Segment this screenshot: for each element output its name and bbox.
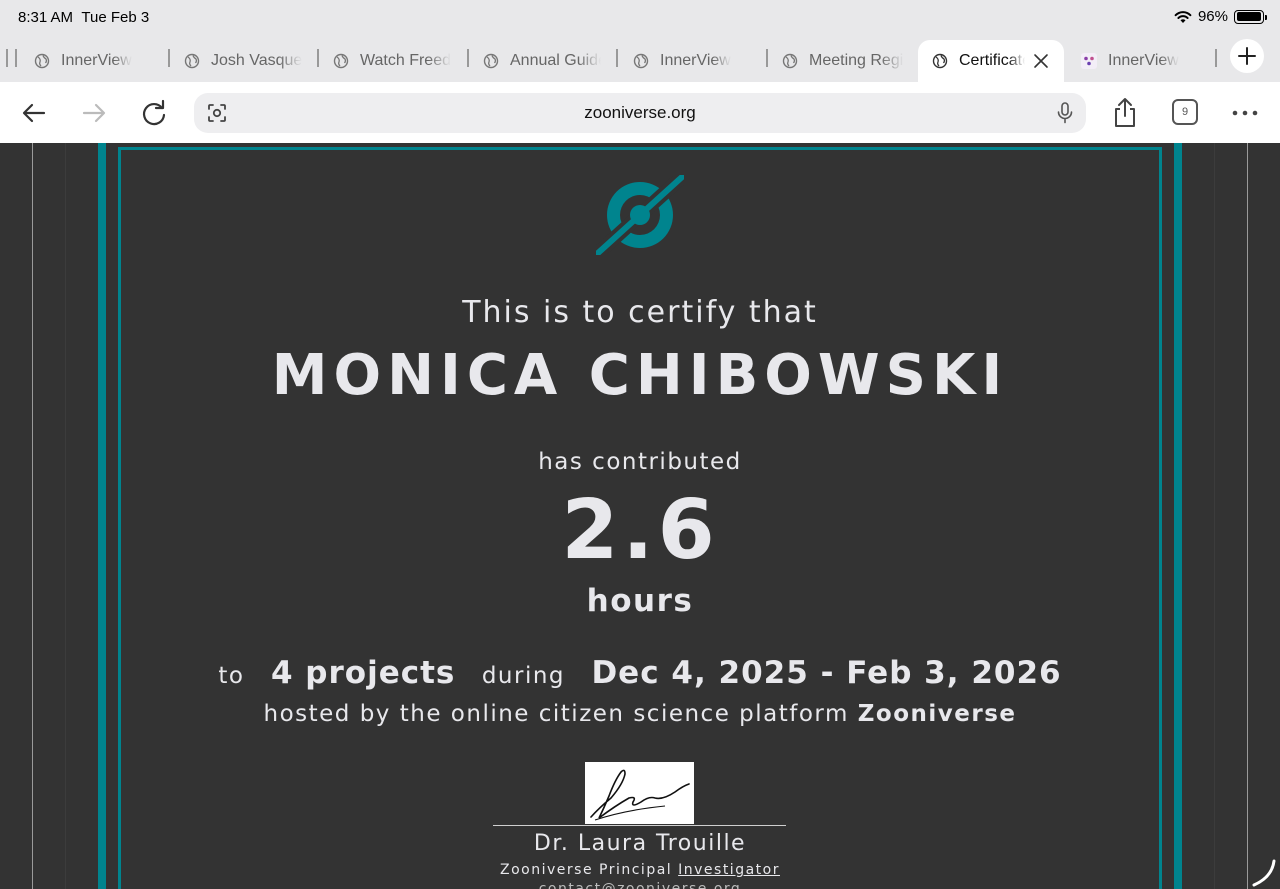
signer-role-suffix: Investigator bbox=[678, 862, 780, 878]
tab-separator bbox=[467, 49, 469, 67]
tab-overflow-indicator[interactable] bbox=[6, 49, 20, 67]
tab-bar: InnerView Josh Vasquez Watch Freedom Ann… bbox=[0, 36, 1280, 82]
battery-icon bbox=[1234, 9, 1267, 24]
signature-line bbox=[493, 825, 786, 826]
recipient-name: MONICA CHIBOWSKI bbox=[271, 343, 1009, 408]
tab-title: Annual Guide bbox=[510, 52, 601, 69]
microphone-icon[interactable] bbox=[1056, 102, 1074, 124]
battery-level bbox=[1236, 12, 1261, 21]
tab-innerview-3[interactable]: InnerView bbox=[1081, 40, 1209, 82]
project-count: 4 projects bbox=[270, 655, 456, 691]
tab-annual-guide[interactable]: Annual Guide bbox=[483, 40, 601, 82]
globe-icon bbox=[782, 53, 798, 69]
tab-separator bbox=[168, 49, 170, 67]
tab-count-button[interactable]: 9 bbox=[1172, 99, 1198, 125]
tab-title: InnerView bbox=[1108, 52, 1179, 69]
tab-title: Certificate bbox=[959, 52, 1025, 69]
url-text: zooniverse.org bbox=[584, 103, 696, 122]
reload-icon[interactable] bbox=[140, 99, 168, 127]
status-time: 8:31 AM Tue Feb 3 bbox=[18, 9, 149, 26]
signer-role-prefix: Zooniverse Principal bbox=[500, 862, 673, 878]
back-icon[interactable] bbox=[20, 99, 48, 127]
globe-icon bbox=[633, 53, 649, 69]
globe-icon bbox=[333, 53, 349, 69]
close-icon[interactable] bbox=[1033, 53, 1049, 69]
tab-separator bbox=[317, 49, 319, 67]
contributed-label: has contributed bbox=[538, 449, 742, 475]
certificate-heading: This is to certify that bbox=[462, 295, 818, 330]
contribution-unit: hours bbox=[586, 583, 694, 619]
address-bar[interactable]: zooniverse.org bbox=[194, 93, 1086, 133]
new-tab-button[interactable] bbox=[1230, 39, 1264, 73]
tab-meeting-registration[interactable]: Meeting Registration bbox=[782, 40, 904, 82]
tab-title: InnerView bbox=[660, 52, 731, 69]
zooniverse-logo-icon bbox=[596, 175, 684, 255]
date-range: Dec 4, 2025 - Feb 3, 2026 bbox=[591, 655, 1062, 691]
projects-line: to 4 projects during Dec 4, 2025 - Feb 3… bbox=[0, 655, 1280, 691]
tab-title: InnerView bbox=[61, 52, 132, 69]
signer-role: Zooniverse Principal Investigator bbox=[0, 862, 1280, 878]
innerview-logo-icon bbox=[1081, 53, 1097, 69]
tab-innerview-1[interactable]: InnerView bbox=[34, 40, 168, 82]
certificate-page: This is to certify that MONICA CHIBOWSKI… bbox=[0, 143, 1280, 889]
globe-icon bbox=[184, 53, 200, 69]
loading-spinner-icon bbox=[1252, 859, 1276, 887]
hosted-label: hosted by the online citizen science pla… bbox=[263, 701, 849, 727]
tab-josh-vasquez[interactable]: Josh Vasquez bbox=[184, 40, 302, 82]
signer-contact: contact@zooniverse.org bbox=[538, 881, 742, 889]
globe-icon bbox=[932, 53, 948, 69]
wifi-icon bbox=[1174, 10, 1192, 23]
share-icon[interactable] bbox=[1111, 96, 1139, 128]
tab-title: Josh Vasquez bbox=[211, 52, 302, 69]
browser-toolbar: zooniverse.org 9 bbox=[0, 82, 1280, 143]
status-bar: 8:31 AM Tue Feb 3 96% bbox=[0, 0, 1280, 36]
globe-icon bbox=[483, 53, 499, 69]
tab-separator bbox=[1215, 49, 1217, 67]
status-indicators: 96% bbox=[1174, 8, 1267, 25]
tab-watch-freedom[interactable]: Watch Freedom bbox=[333, 40, 451, 82]
to-label: to bbox=[218, 663, 245, 689]
signature-image bbox=[585, 762, 694, 824]
tab-separator bbox=[616, 49, 618, 67]
more-options-icon[interactable] bbox=[1231, 99, 1259, 127]
globe-icon bbox=[34, 53, 50, 69]
tab-title: Meeting Registration bbox=[809, 52, 904, 69]
status-date: Tue Feb 3 bbox=[81, 9, 150, 26]
forward-icon[interactable] bbox=[80, 99, 108, 127]
status-clock: 8:31 AM bbox=[18, 9, 74, 26]
contribution-value: 2.6 bbox=[561, 483, 719, 578]
tab-certificate[interactable]: Certificate bbox=[918, 40, 1064, 82]
tab-innerview-2[interactable]: InnerView bbox=[633, 40, 763, 82]
tab-separator bbox=[766, 49, 768, 67]
battery-percent: 96% bbox=[1197, 8, 1228, 25]
tab-title: Watch Freedom bbox=[360, 52, 451, 69]
platform-name: Zooniverse bbox=[857, 701, 1017, 727]
plus-icon bbox=[1238, 47, 1256, 65]
hosted-by-line: hosted by the online citizen science pla… bbox=[0, 701, 1280, 727]
during-label: during bbox=[481, 663, 566, 689]
signer-name: Dr. Laura Trouille bbox=[533, 831, 747, 856]
